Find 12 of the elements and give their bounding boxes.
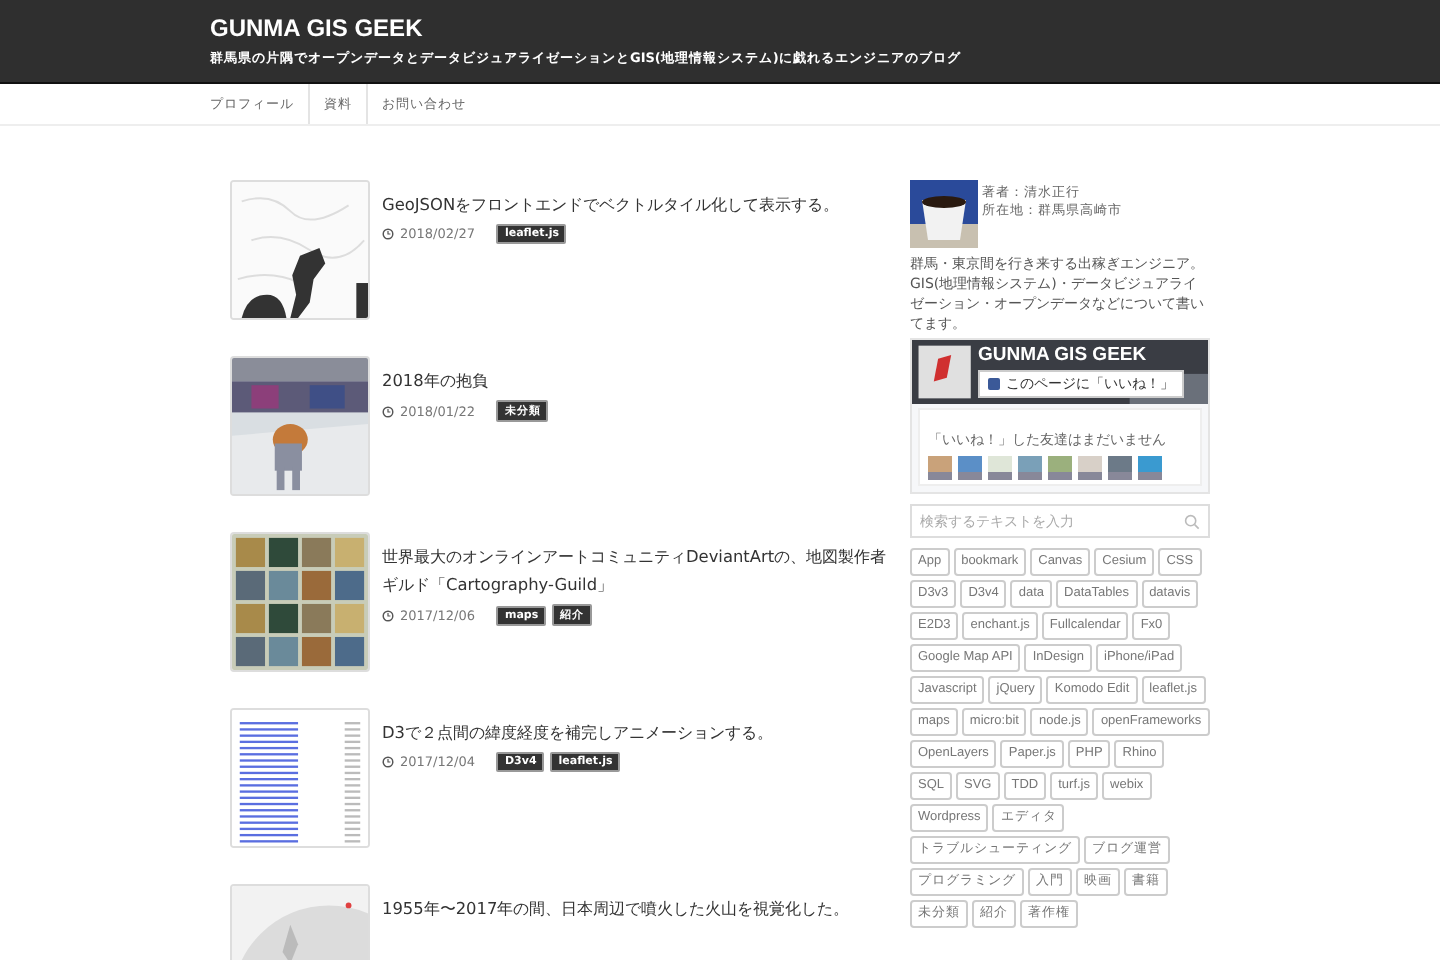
facebook-icon xyxy=(988,378,1000,390)
clock-icon xyxy=(382,228,394,240)
post-title[interactable]: 世界最大のオンラインアートコミュニティDeviantArtの、地図製作者ギルド「Cartography-Guild」 xyxy=(382,542,900,598)
clock-icon xyxy=(382,405,394,417)
post-title[interactable]: D3で２点間の緯度経度を補完しアニメーションする。 xyxy=(382,718,774,746)
clock-icon xyxy=(382,756,394,768)
facebook-page-title[interactable]: GUNMA GIS GEEK xyxy=(978,344,1147,366)
site-title[interactable]: GUNMA GIS GEEK xyxy=(210,14,423,42)
post-title[interactable]: 1955年〜2017年の間、日本周辺で噴火した火山を視覚化した。 xyxy=(382,894,850,922)
clock-icon xyxy=(382,609,394,621)
post-title[interactable]: GeoJSONをフロントエンドでベクトルタイル化して表示する。 xyxy=(382,190,840,218)
post-title[interactable]: 2018年の抱負 xyxy=(382,366,488,394)
